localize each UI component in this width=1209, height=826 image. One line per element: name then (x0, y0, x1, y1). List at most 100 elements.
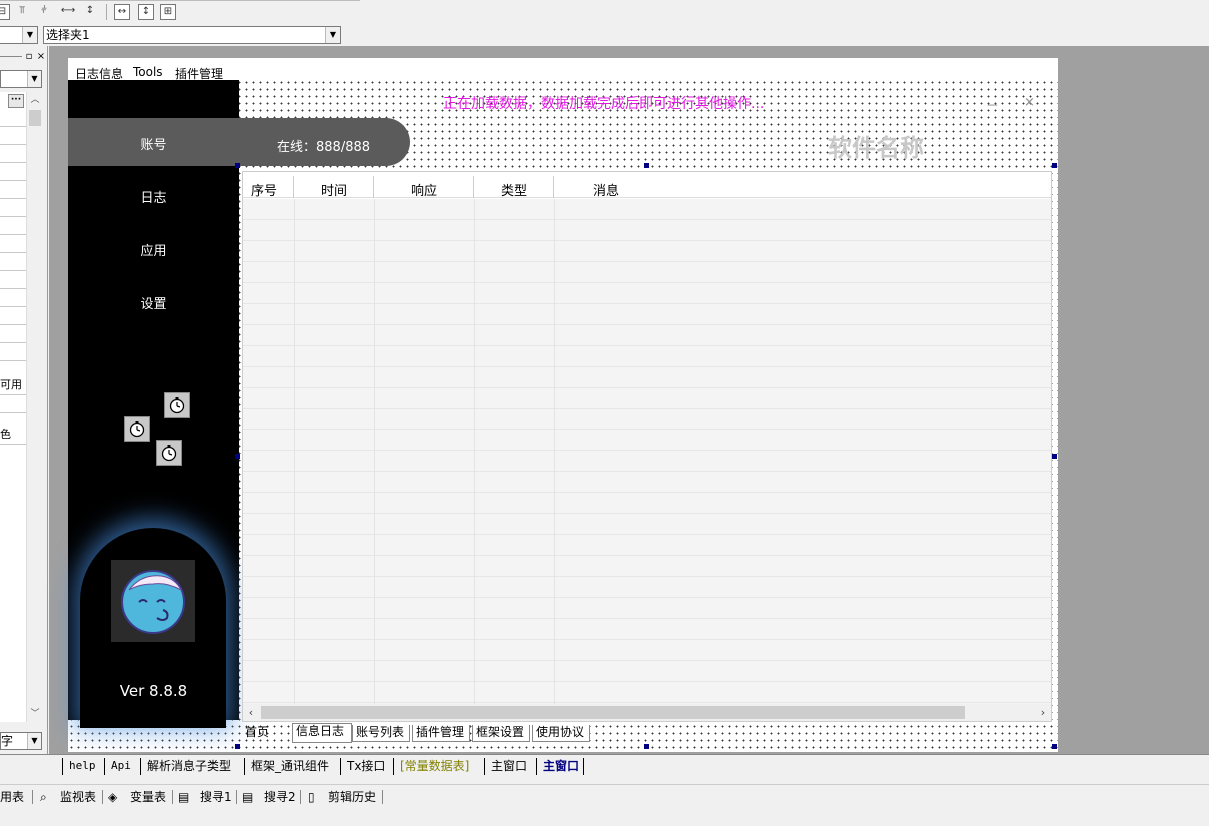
selection-handle[interactable] (1052, 454, 1057, 459)
property-sort-combo[interactable]: 字 ▼ (0, 732, 42, 750)
bottom-item-find2[interactable]: 搜寻2 (264, 789, 296, 805)
chevron-down-icon[interactable]: ▼ (27, 71, 41, 87)
column-line (374, 199, 375, 704)
bottom-separator (102, 790, 103, 804)
space-horizontal-icon[interactable]: ⟷ (60, 4, 76, 20)
restore-icon[interactable]: ▫ (24, 52, 34, 62)
scroll-thumb[interactable] (29, 110, 41, 126)
timer-icon[interactable] (124, 416, 150, 442)
nav-item-settings[interactable]: 设置 (68, 293, 239, 312)
column-header-time[interactable]: 时间 (321, 180, 347, 199)
bottom-item-call-table[interactable]: 用表 (0, 789, 24, 805)
find-icon[interactable]: ▤ (178, 789, 189, 805)
bottom-item-watch-table[interactable]: 监视表 (60, 789, 96, 805)
minimize-button[interactable]: － (986, 95, 999, 114)
nav-item-log[interactable]: 日志 (68, 187, 239, 206)
grid-row (0, 360, 26, 361)
align-left-icon[interactable]: ⊟ (0, 4, 10, 20)
property-grid[interactable]: 可用 色 (0, 92, 26, 722)
file-tab-tx-interface[interactable]: Tx接口 (340, 758, 389, 775)
selection-handle[interactable] (1052, 744, 1057, 749)
same-size-icon[interactable]: ⊞ (160, 4, 176, 20)
horizontal-scrollbar[interactable]: ‹ › (243, 704, 1051, 721)
status-bar (0, 808, 1209, 826)
align-top-icon[interactable]: ⫪ (14, 4, 30, 20)
grid-row (0, 162, 26, 163)
space-vertical-icon[interactable]: ↕ (82, 4, 98, 20)
selection-handle[interactable] (644, 744, 649, 749)
align-center-icon[interactable]: ⫩ (36, 4, 52, 20)
bottom-item-variable-table[interactable]: 变量表 (130, 789, 166, 805)
close-icon[interactable]: × (36, 52, 46, 62)
column-header-type[interactable]: 类型 (501, 180, 527, 199)
selection-handle[interactable] (644, 163, 649, 168)
chevron-down-icon[interactable]: ▼ (325, 27, 340, 43)
toolbar-edge (0, 0, 360, 1)
tab-account-list[interactable]: 账号列表 (352, 725, 410, 742)
nav-item-apps[interactable]: 应用 (68, 240, 239, 259)
file-tab-api[interactable]: Api (104, 758, 135, 775)
grid-row (0, 198, 26, 199)
variable-icon[interactable]: ◈ (108, 789, 117, 805)
grid-row (0, 444, 26, 445)
file-tab-main-window-active[interactable]: 主窗口 (536, 758, 585, 775)
column-header-response[interactable]: 响应 (411, 180, 437, 199)
column-divider[interactable] (553, 176, 554, 198)
file-tab-help[interactable]: help (62, 758, 100, 775)
column-header-message[interactable]: 消息 (593, 180, 619, 199)
grid-row (0, 180, 26, 181)
version-label: Ver 8.8.8 (119, 682, 188, 700)
close-button[interactable]: × (1024, 95, 1035, 110)
selection-handle[interactable] (235, 163, 240, 168)
file-tab-framework-comm[interactable]: 框架_通讯组件 (244, 758, 333, 775)
grid-row (0, 126, 26, 127)
object-combo[interactable]: ▼ (0, 26, 38, 44)
grid-value: 色 (0, 428, 11, 441)
column-header-index[interactable]: 序号 (251, 180, 277, 199)
chevron-down-icon[interactable]: ▼ (27, 733, 41, 749)
table-body[interactable] (243, 199, 1051, 704)
selection-handle[interactable] (235, 744, 240, 749)
grid-row (0, 270, 26, 271)
nav-item-account[interactable]: 账号 (68, 134, 239, 153)
grid-row (0, 342, 26, 343)
chevron-right-icon[interactable]: › (1035, 704, 1051, 721)
menu-tools[interactable]: Tools (133, 65, 163, 79)
file-tab-strip: help Api 解析消息子类型 框架_通讯组件 Tx接口 [常量数据表] 主窗… (0, 754, 1209, 776)
tab-info-log[interactable]: 信息日志 (292, 723, 352, 743)
column-divider[interactable] (473, 176, 474, 198)
scroll-thumb[interactable] (261, 706, 965, 719)
clipboard-icon[interactable]: ▯ (308, 789, 315, 805)
selection-handle[interactable] (235, 454, 240, 459)
bottom-item-clip-history[interactable]: 剪辑历史 (328, 789, 376, 805)
search-icon[interactable]: ⌕ (40, 789, 47, 805)
file-tab-main-window[interactable]: 主窗口 (484, 758, 531, 775)
property-scrollbar[interactable]: ︿ ﹀ (26, 92, 43, 722)
tab-plugin-manage[interactable]: 插件管理 (412, 725, 470, 742)
bottom-item-find1[interactable]: 搜寻1 (200, 789, 232, 805)
chevron-up-icon[interactable]: ︿ (27, 92, 43, 108)
tab-usage-agreement[interactable]: 使用协议 (532, 725, 590, 742)
tab-home[interactable]: 首页 (242, 725, 290, 742)
file-tab-parse-msg-subtype[interactable]: 解析消息子类型 (140, 758, 235, 775)
find-icon[interactable]: ▤ (242, 789, 253, 805)
ellipsis-button[interactable]: ··· (8, 94, 24, 108)
column-divider[interactable] (373, 176, 374, 198)
log-table[interactable]: 序号 时间 响应 类型 消息 ‹ › (242, 171, 1052, 722)
property-object-combo[interactable]: ▼ (0, 70, 42, 88)
column-divider[interactable] (293, 176, 294, 198)
form-menubar: 日志信息 Tools 插件管理 (68, 58, 1058, 81)
timer-icon[interactable] (156, 440, 182, 466)
tab-framework-settings[interactable]: 框架设置 (472, 725, 530, 742)
avatar[interactable] (111, 560, 195, 642)
chevron-down-icon[interactable]: ▼ (22, 27, 37, 43)
same-width-icon[interactable]: ↔ (114, 4, 130, 20)
file-tab-constants[interactable]: [常量数据表] (393, 758, 473, 775)
timer-icon[interactable] (164, 392, 190, 418)
bottom-separator (32, 790, 33, 804)
same-height-icon[interactable]: ↕ (138, 4, 154, 20)
selection-handle[interactable] (1052, 163, 1057, 168)
chevron-down-icon[interactable]: ﹀ (27, 706, 43, 722)
chevron-left-icon[interactable]: ‹ (243, 704, 259, 721)
event-combo[interactable]: 选择夹1 ▼ (43, 26, 341, 44)
